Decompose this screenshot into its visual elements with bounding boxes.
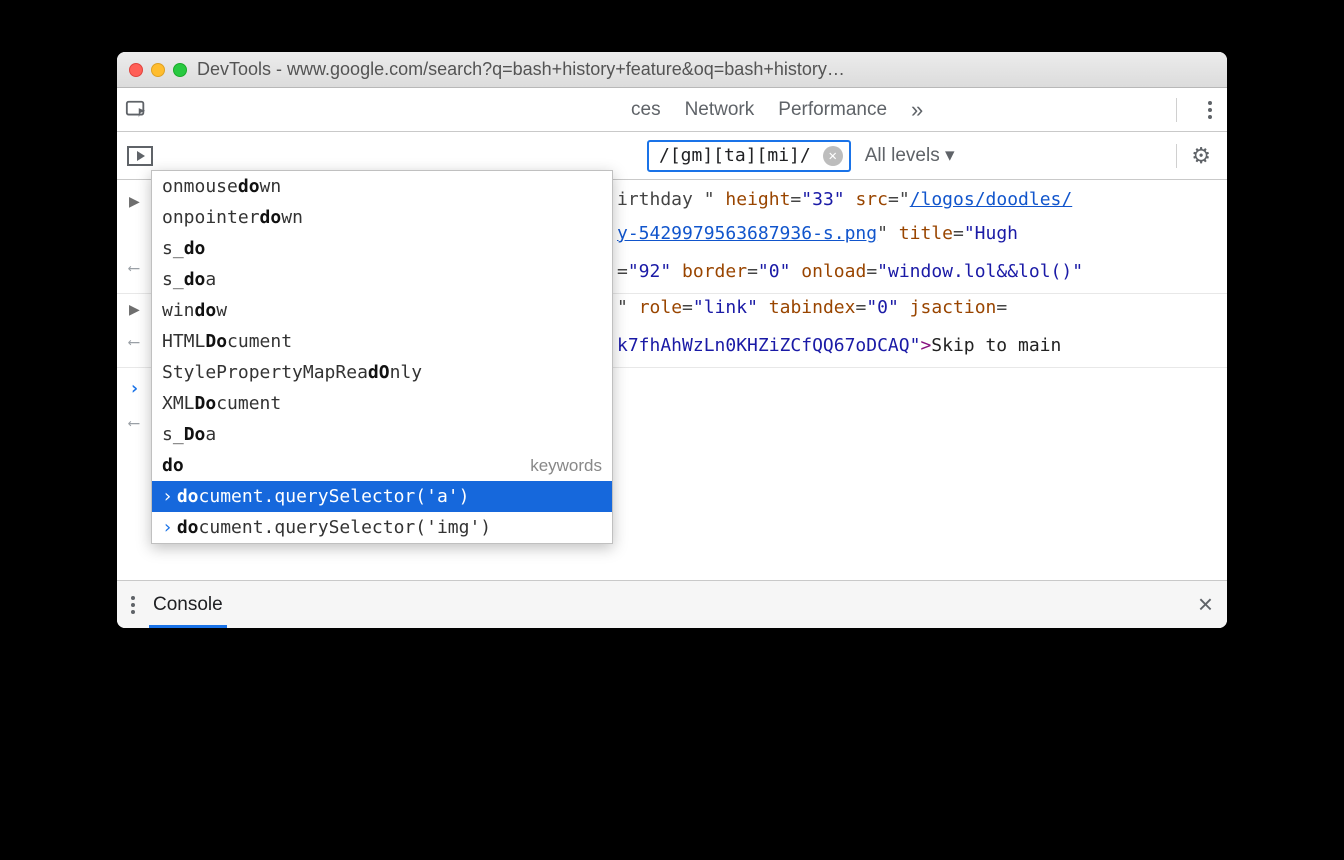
attr-title: title <box>899 223 953 244</box>
attr-height: height <box>725 189 790 210</box>
attr-onload: onload <box>801 261 866 282</box>
autocomplete-item[interactable]: s_do <box>152 233 612 264</box>
autocomplete-item[interactable]: HTMLDocument <box>152 326 612 357</box>
log-levels-dropdown[interactable]: All levels ▾ <box>865 144 955 167</box>
devtools-window: DevTools - www.google.com/search?q=bash+… <box>117 52 1227 628</box>
separator <box>1176 98 1177 122</box>
return-icon: ⟵ <box>129 409 143 437</box>
src-link[interactable]: y-5429979563687936-s.png <box>617 223 877 244</box>
settings-menu-icon[interactable] <box>1201 101 1219 119</box>
val-width: "92" <box>628 261 671 282</box>
params-frag: k7fhAhWzLn0KHZiZCfQQ67oDCAQ" <box>617 335 920 356</box>
autocomplete-item[interactable]: s_Doa <box>152 419 612 450</box>
val-title: "Hugh <box>964 223 1018 244</box>
expand-icon[interactable]: ▶ <box>129 301 143 318</box>
filter-value: /[gm][ta][mi]/ <box>659 145 811 166</box>
panel-tabs: ces Network Performance » <box>117 88 1227 132</box>
window-title: DevTools - www.google.com/search?q=bash+… <box>197 59 1215 80</box>
attr-jsaction: jsaction <box>910 297 997 318</box>
autocomplete-item[interactable]: dokeywords <box>152 450 612 481</box>
autocomplete-item[interactable]: ›document.querySelector('a') <box>152 481 612 512</box>
tabs-overflow-icon[interactable]: » <box>911 97 923 123</box>
separator <box>1176 144 1177 168</box>
val-height: "33" <box>801 189 844 210</box>
return-icon: ⟵ <box>129 328 143 356</box>
autocomplete-popup: onmousedownonpointerdowns_dos_doawindowH… <box>151 170 613 544</box>
clear-filter-icon[interactable]: ✕ <box>823 146 843 166</box>
drawer-menu-icon[interactable] <box>131 596 135 614</box>
skip-text: Skip to main <box>931 335 1061 356</box>
inspect-icon[interactable] <box>125 99 147 121</box>
execution-context-icon[interactable] <box>127 146 153 166</box>
autocomplete-item[interactable]: onpointerdown <box>152 202 612 233</box>
console-settings-icon[interactable]: ⚙ <box>1191 143 1211 169</box>
expand-icon[interactable]: ▶ <box>129 193 143 210</box>
maximize-window-button[interactable] <box>173 63 187 77</box>
attr-src: src <box>855 189 888 210</box>
alt-text: irthday " <box>617 189 715 210</box>
console-output: ▶ irthday " height="33" src="/logos/dood… <box>117 180 1227 580</box>
val-role: "link" <box>693 297 758 318</box>
autocomplete-item[interactable]: onmousedown <box>152 171 612 202</box>
return-icon: ⟵ <box>129 254 143 282</box>
traffic-lights <box>129 63 187 77</box>
attr-role: role <box>639 297 682 318</box>
tab-partial[interactable]: ces <box>631 99 661 121</box>
autocomplete-item[interactable]: s_doa <box>152 264 612 295</box>
close-window-button[interactable] <box>129 63 143 77</box>
minimize-window-button[interactable] <box>151 63 165 77</box>
drawer-close-icon[interactable]: × <box>1198 589 1213 620</box>
val-border: "0" <box>758 261 791 282</box>
drawer-tab-console[interactable]: Console <box>149 582 227 628</box>
titlebar: DevTools - www.google.com/search?q=bash+… <box>117 52 1227 88</box>
autocomplete-item[interactable]: ›document.querySelector('img') <box>152 512 612 543</box>
attr-tabindex: tabindex <box>769 297 856 318</box>
tab-performance[interactable]: Performance <box>778 99 887 121</box>
autocomplete-item[interactable]: StylePropertyMapReadOnly <box>152 357 612 388</box>
drawer: Console × <box>117 580 1227 628</box>
src-link[interactable]: /logos/doodles/ <box>910 189 1073 210</box>
filter-input[interactable]: /[gm][ta][mi]/ ✕ <box>647 140 851 172</box>
val-onload: "window.lol&&lol()" <box>877 261 1083 282</box>
autocomplete-item[interactable]: XMLDocument <box>152 388 612 419</box>
autocomplete-item[interactable]: window <box>152 295 612 326</box>
tab-network[interactable]: Network <box>685 99 755 121</box>
attr-border: border <box>682 261 747 282</box>
val-tabindex: "0" <box>866 297 899 318</box>
prompt-icon: › <box>129 375 143 403</box>
